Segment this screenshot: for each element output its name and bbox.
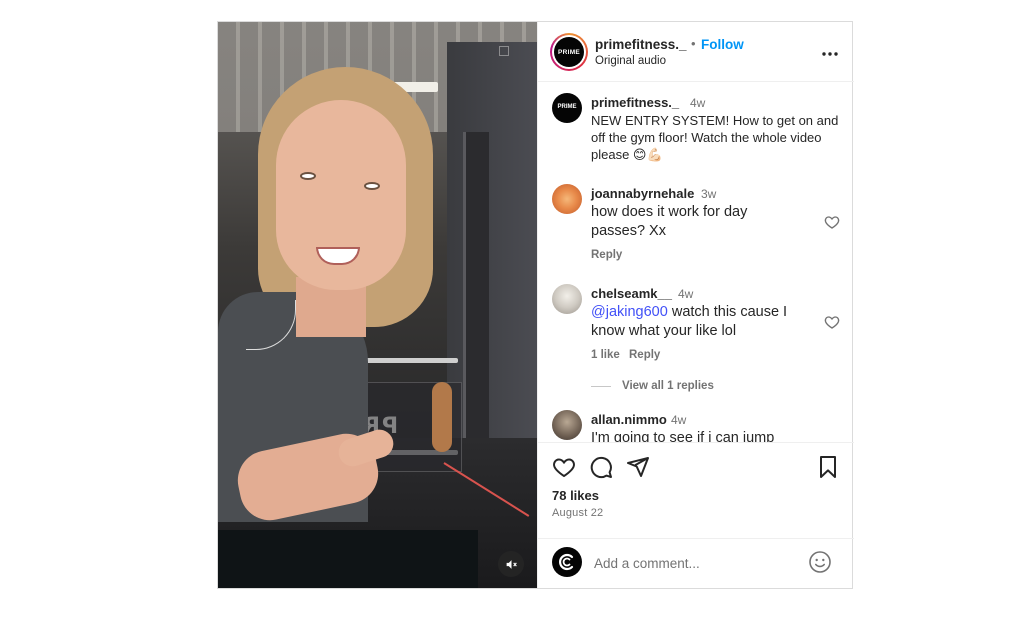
view-replies-button[interactable]: View all 1 replies — [622, 380, 714, 392]
prime-logo: PRIME — [557, 104, 577, 110]
eye-graphic — [364, 182, 380, 190]
likes-count[interactable]: 78 likes — [552, 488, 599, 503]
bookmark-icon[interactable] — [816, 455, 840, 479]
separator-dot: • — [691, 36, 696, 51]
caption-avatar[interactable]: PRIME — [552, 93, 582, 123]
prime-logo: PRIME — [554, 37, 584, 67]
heart-icon[interactable] — [824, 314, 840, 330]
audio-label[interactable]: Original audio — [595, 55, 666, 67]
comment-time[interactable]: 3w — [701, 187, 716, 201]
emoji-icon[interactable] — [808, 550, 832, 574]
dog-graphic — [432, 382, 452, 452]
comment-time[interactable]: 4w — [678, 287, 693, 301]
sign-graphic — [499, 46, 509, 56]
replies-divider — [591, 386, 611, 387]
heart-icon[interactable] — [824, 214, 840, 230]
account-username[interactable]: primefitness._ — [595, 37, 687, 52]
heart-icon[interactable] — [552, 455, 576, 479]
commenter-avatar[interactable] — [552, 410, 582, 440]
instagram-post: PRIME PRIME primefitness._ — [217, 21, 854, 589]
commenter-avatar[interactable] — [552, 284, 582, 314]
comment-text: I'm going to see if i can jump — [591, 430, 775, 442]
more-options-button[interactable] — [822, 40, 838, 61]
comment-icon[interactable] — [589, 455, 613, 479]
post-date[interactable]: August 22 — [552, 507, 603, 519]
reply-button[interactable]: Reply — [629, 349, 660, 361]
user-logo-icon — [559, 553, 574, 571]
add-comment-row — [538, 538, 854, 588]
entry-mat-graphic — [218, 530, 478, 588]
mention-link[interactable]: @jaking600 — [591, 304, 668, 320]
speaker-muted-icon — [506, 559, 517, 569]
more-horizontal-icon — [822, 52, 838, 56]
comment-username[interactable]: allan.nimmo — [591, 412, 667, 427]
comment-text: how does it work for day passes? Xx — [591, 204, 748, 239]
reply-button[interactable]: Reply — [591, 249, 622, 261]
caption-text: NEW ENTRY SYSTEM! How to get on and off … — [591, 113, 839, 162]
post-header: PRIME primefitness._ • Follow Original a… — [538, 22, 854, 82]
avatar[interactable]: PRIME — [550, 33, 588, 71]
door-graphic — [463, 132, 489, 472]
post-video[interactable]: PRIME — [218, 22, 537, 588]
eye-graphic — [300, 172, 316, 180]
add-comment-input[interactable] — [594, 553, 794, 573]
comments-list[interactable]: PRIME primefitness._ 4w NEW ENTRY SYSTEM… — [538, 83, 854, 442]
share-icon[interactable] — [626, 455, 650, 479]
current-user-avatar[interactable] — [552, 547, 582, 577]
comment-username[interactable]: chelseamk__ — [591, 286, 672, 301]
post-side-panel: PRIME primefitness._ • Follow Original a… — [537, 22, 854, 588]
comment-time[interactable]: 4w — [671, 413, 686, 427]
mute-button[interactable] — [498, 551, 524, 577]
comment-text: @jaking600 watch this cause I know what … — [591, 303, 816, 341]
post-actions: 78 likes August 22 — [538, 442, 854, 587]
follow-button[interactable]: Follow — [701, 37, 744, 52]
caption-time[interactable]: 4w — [690, 96, 705, 110]
comment-username[interactable]: joannabyrnehale — [591, 186, 694, 201]
comment-likes-count[interactable]: 1 like — [591, 349, 620, 361]
avatar-border: PRIME — [552, 35, 586, 69]
commenter-avatar[interactable] — [552, 184, 582, 214]
caption-username[interactable]: primefitness._ — [591, 95, 679, 110]
